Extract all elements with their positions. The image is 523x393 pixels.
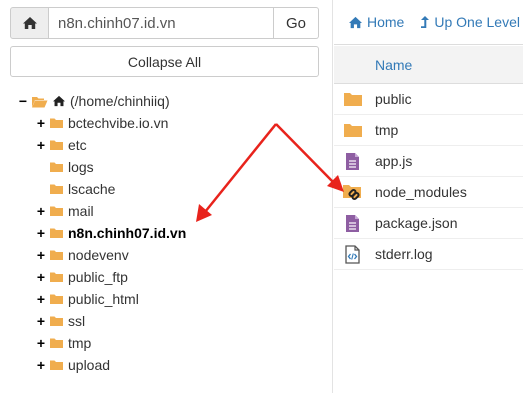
- folder-icon: [50, 162, 63, 172]
- tree-node-label: bctechvibe.io.vn: [68, 115, 169, 131]
- folder-icon: [50, 228, 63, 238]
- folder-icon: [334, 91, 375, 107]
- tree-node[interactable]: + tmp: [17, 332, 327, 354]
- file-row[interactable]: tmp: [334, 115, 523, 146]
- expand-toggle-icon[interactable]: +: [35, 247, 47, 263]
- level-up-icon: [421, 16, 430, 28]
- up-one-level-link[interactable]: Up One Level: [420, 14, 520, 30]
- tree-node-label: public_ftp: [68, 269, 128, 285]
- open-folder-icon: [32, 96, 48, 107]
- file-list-pane: Home Up One Level Name public tmp app.js no…: [334, 0, 523, 393]
- tree-node-label: upload: [68, 357, 111, 373]
- file-name: package.json: [375, 215, 458, 231]
- expand-toggle-icon[interactable]: +: [35, 225, 47, 241]
- home-icon: [53, 95, 65, 107]
- path-bar: Go: [10, 7, 319, 39]
- directory-tree: − (/home/chinhiiq) + bctechvibe.io.vn + etc…: [17, 90, 327, 376]
- file-row[interactable]: package.json: [334, 208, 523, 239]
- tree-node-label: public_html: [68, 291, 139, 307]
- tree-node-label: nodevenv: [68, 247, 129, 263]
- file-name: tmp: [375, 122, 399, 138]
- folder-icon: [50, 360, 63, 370]
- tree-node[interactable]: + mail: [17, 200, 327, 222]
- file-toolbar: Home Up One Level: [334, 0, 523, 45]
- home-link[interactable]: Home: [348, 14, 404, 30]
- folder-icon: [50, 184, 63, 194]
- folder-icon: [50, 338, 63, 348]
- file-row[interactable]: stderr.log: [334, 239, 523, 270]
- tree-node-label: n8n.chinh07.id.vn: [68, 225, 187, 241]
- file-table-header: Name: [334, 46, 523, 84]
- folder-icon: [50, 294, 63, 304]
- home-icon: [22, 17, 37, 29]
- tree-node[interactable]: + n8n.chinh07.id.vn: [17, 222, 327, 244]
- tree-node-label: logs: [68, 159, 94, 175]
- tree-node-label: etc: [68, 137, 87, 153]
- file-name: stderr.log: [375, 246, 433, 262]
- home-link-label: Home: [367, 14, 405, 30]
- up-one-level-label: Up One Level: [434, 14, 520, 30]
- name-column-header[interactable]: Name: [375, 57, 412, 73]
- folder-icon: [50, 140, 63, 150]
- code-file-icon: [334, 244, 375, 264]
- folder-icon: [50, 118, 63, 128]
- text-file-icon: [334, 152, 375, 171]
- expand-toggle-icon[interactable]: +: [35, 313, 47, 329]
- collapse-toggle-icon[interactable]: −: [17, 93, 29, 109]
- folder-icon: [50, 250, 63, 260]
- home-directory-button[interactable]: [10, 7, 49, 39]
- file-name: public: [375, 91, 412, 107]
- expand-toggle-icon[interactable]: +: [35, 335, 47, 351]
- tree-node[interactable]: + public_ftp: [17, 266, 327, 288]
- go-button[interactable]: Go: [274, 7, 319, 39]
- home-icon: [349, 16, 362, 28]
- file-table: Name public tmp app.js node_modules package.…: [334, 46, 523, 270]
- expand-toggle-icon[interactable]: +: [35, 137, 47, 153]
- tree-root-node[interactable]: − (/home/chinhiiq): [17, 90, 327, 112]
- directory-tree-pane: Go Collapse All − (/home/chinhiiq) + bcte…: [0, 0, 333, 393]
- tree-node[interactable]: + public_html: [17, 288, 327, 310]
- expand-toggle-icon[interactable]: +: [35, 203, 47, 219]
- folder-icon: [50, 272, 63, 282]
- tree-node[interactable]: + ssl: [17, 310, 327, 332]
- tree-node-label: tmp: [68, 335, 92, 351]
- tree-node-label: lscache: [68, 181, 116, 197]
- file-row[interactable]: app.js: [334, 146, 523, 177]
- file-row[interactable]: node_modules: [334, 177, 523, 208]
- tree-node-label: ssl: [68, 313, 86, 329]
- tree-node[interactable]: + upload: [17, 354, 327, 376]
- file-row[interactable]: public: [334, 84, 523, 115]
- tree-node-label: mail: [68, 203, 94, 219]
- text-file-icon: [334, 214, 375, 233]
- tree-node[interactable]: +logs: [17, 156, 327, 178]
- folder-icon: [50, 206, 63, 216]
- expand-toggle-icon[interactable]: +: [35, 269, 47, 285]
- collapse-all-button[interactable]: Collapse All: [10, 46, 319, 77]
- folder-link-icon: [334, 183, 375, 201]
- folder-icon: [50, 316, 63, 326]
- expand-toggle-icon[interactable]: +: [35, 115, 47, 131]
- path-input[interactable]: [49, 7, 274, 39]
- tree-node[interactable]: +lscache: [17, 178, 327, 200]
- tree-node[interactable]: + nodevenv: [17, 244, 327, 266]
- file-name: node_modules: [375, 184, 467, 200]
- tree-node[interactable]: + etc: [17, 134, 327, 156]
- tree-node[interactable]: + bctechvibe.io.vn: [17, 112, 327, 134]
- expand-toggle-icon[interactable]: +: [35, 291, 47, 307]
- expand-toggle-icon[interactable]: +: [35, 357, 47, 373]
- folder-icon: [334, 122, 375, 138]
- tree-root-label: (/home/chinhiiq): [70, 93, 170, 109]
- file-name: app.js: [375, 153, 413, 169]
